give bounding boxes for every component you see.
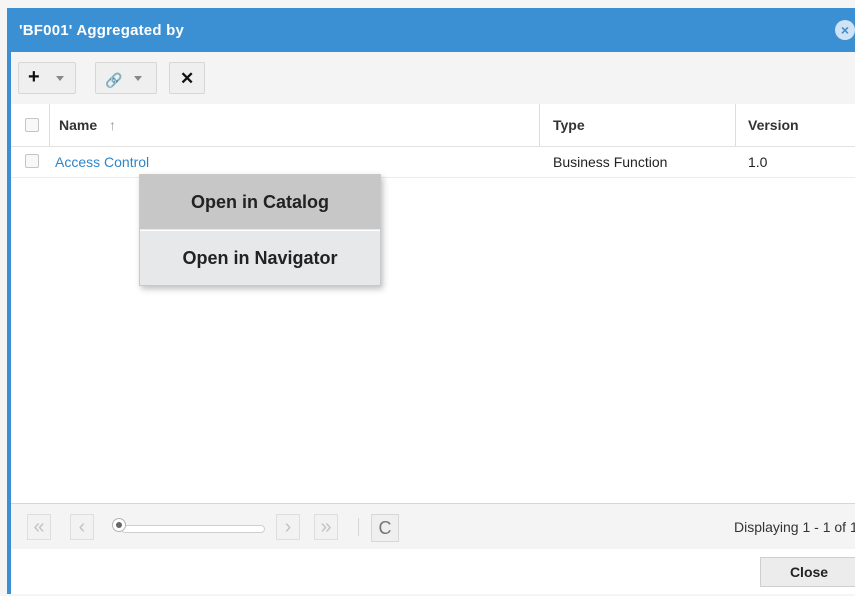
plus-icon: + — [28, 66, 40, 88]
toolbar: + 🔗 ✕ — [11, 52, 855, 105]
close-icon[interactable]: × — [835, 20, 855, 40]
close-button[interactable]: Close — [760, 557, 855, 587]
grid-header: Name ↑ Type Version — [11, 104, 855, 147]
aggregated-by-dialog: 'BF001' Aggregated by × + 🔗 ✕ Name ↑ Typ… — [7, 8, 855, 594]
dialog-body: + 🔗 ✕ Name ↑ Type Version Access Control… — [11, 52, 855, 594]
select-all-checkbox[interactable] — [25, 118, 39, 132]
context-menu: Open in Catalog Open in Navigator — [139, 174, 381, 286]
chevron-down-icon — [56, 76, 64, 81]
row-checkbox[interactable] — [25, 154, 39, 168]
menu-item-open-in-catalog[interactable]: Open in Catalog — [140, 175, 380, 229]
pagination-bar: « ‹ › » C Displaying 1 - 1 of 1 — [11, 503, 855, 551]
delete-icon: ✕ — [180, 69, 195, 88]
add-button[interactable]: + — [18, 62, 76, 94]
column-label-version: Version — [748, 117, 799, 133]
column-header-name[interactable]: Name ↑ — [49, 104, 539, 146]
row-type: Business Function — [553, 154, 668, 170]
chevron-down-icon — [134, 76, 142, 81]
last-page-icon[interactable]: » — [314, 514, 338, 540]
column-header-version[interactable]: Version — [735, 104, 855, 146]
dialog-title: 'BF001' Aggregated by — [19, 22, 184, 39]
dialog-titlebar: 'BF001' Aggregated by × — [7, 8, 855, 52]
pager-divider — [358, 518, 359, 536]
previous-page-icon[interactable]: ‹ — [70, 514, 94, 540]
refresh-icon[interactable]: C — [371, 514, 399, 542]
menu-item-open-in-navigator[interactable]: Open in Navigator — [140, 231, 380, 285]
paging-status: Displaying 1 - 1 of 1 — [734, 519, 855, 535]
column-label-name: Name — [59, 117, 98, 133]
page-slider-track[interactable] — [121, 525, 265, 533]
dialog-footer: Close — [11, 549, 855, 594]
delete-button[interactable]: ✕ — [169, 62, 205, 94]
link-icon: 🔗 — [105, 72, 123, 88]
row-version: 1.0 — [748, 154, 768, 170]
sort-ascending-icon: ↑ — [109, 117, 116, 133]
next-page-icon[interactable]: › — [276, 514, 300, 540]
first-page-icon[interactable]: « — [27, 514, 51, 540]
column-label-type: Type — [553, 117, 585, 133]
row-name-link[interactable]: Access Control — [55, 154, 149, 170]
column-header-type[interactable]: Type — [539, 104, 735, 146]
link-button[interactable]: 🔗 — [95, 62, 157, 94]
table-row[interactable]: Access Control Business Function 1.0 — [11, 146, 855, 178]
page-slider-thumb[interactable] — [112, 518, 126, 532]
